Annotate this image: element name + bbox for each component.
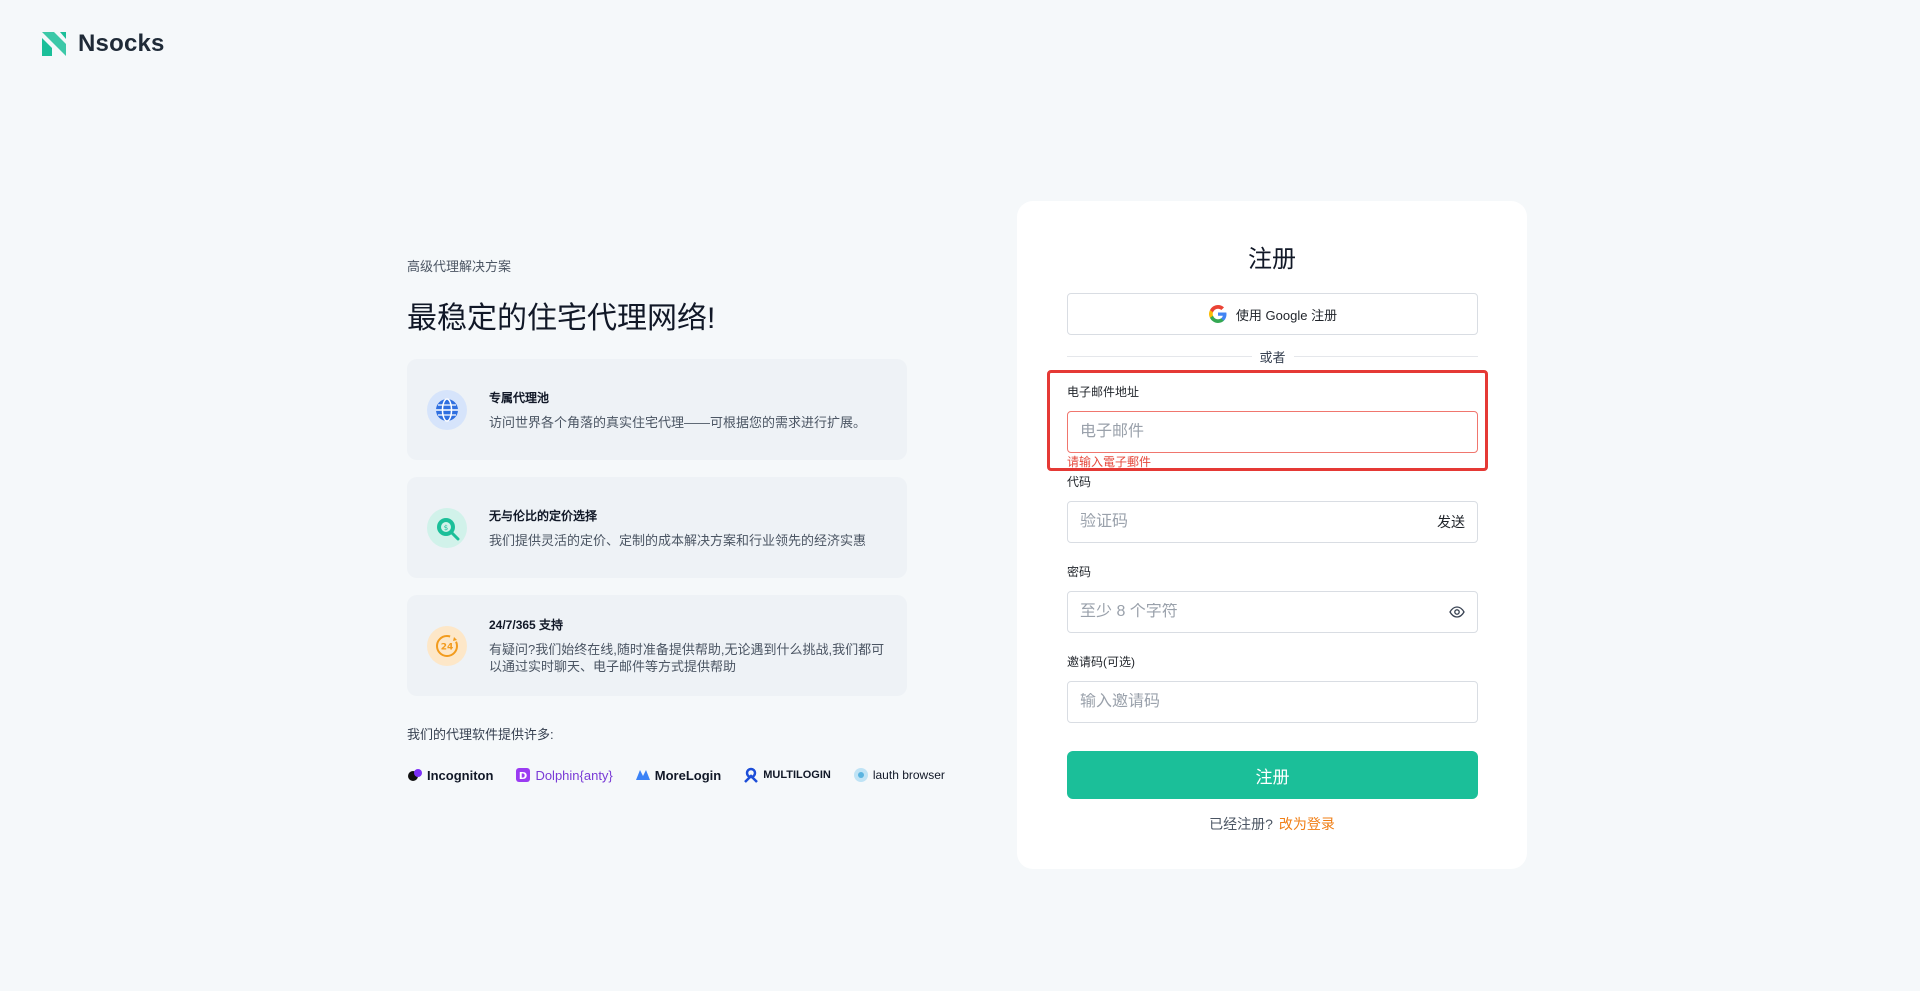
divider-line: [1067, 355, 1252, 357]
partner-name: MoreLogin: [654, 767, 722, 783]
globe-icon: [427, 389, 467, 430]
svg-text:24: 24: [441, 642, 454, 652]
feature-description: 有疑问?我们始终在线,随时准备提供帮助,无论遇到什么挑战,我们都可以通过实时聊天…: [489, 642, 885, 674]
or-text: 或者: [1259, 349, 1286, 365]
morelogin-icon: [635, 770, 650, 780]
invite-code-field-wrapper: [1067, 681, 1478, 723]
invite-code-field[interactable]: [1080, 693, 1465, 711]
or-divider: 或者: [1067, 347, 1479, 365]
partner-name: Incogniton: [427, 767, 494, 783]
email-label: 电子邮件地址: [1067, 385, 1140, 399]
brand-name: Nsocks: [78, 30, 165, 57]
svg-text:$: $: [444, 524, 448, 532]
feature-description: 我们提供灵活的定价、定制的成本解决方案和行业领先的经济实惠: [489, 532, 867, 548]
lauth-icon: [853, 768, 868, 782]
form-title: 注册: [1248, 246, 1296, 273]
feature-list: 专属代理池 访问世界各个角落的真实住宅代理——可根据您的需求进行扩展。 $ 无与…: [407, 359, 927, 696]
google-signup-label: 使用 Google 注册: [1235, 307, 1338, 323]
invite-code-label: 邀请码(可选): [1067, 655, 1135, 669]
eyebrow-text: 高级代理解决方案: [407, 259, 512, 274]
feature-description: 访问世界各个角落的真实住宅代理——可根据您的需求进行扩展。: [489, 414, 867, 430]
login-prompt-row: 已经注册? 改为登录: [1017, 814, 1527, 834]
password-field-wrapper: [1067, 591, 1478, 633]
email-error-message: 请输入電子郵件: [1067, 455, 1152, 469]
feature-title: 24/7/365 支持: [489, 618, 564, 632]
register-button[interactable]: 注册: [1067, 751, 1478, 799]
login-link[interactable]: 改为登录: [1279, 816, 1335, 832]
brand-logo[interactable]: Nsocks: [40, 30, 165, 58]
svg-text:D: D: [519, 771, 527, 782]
email-field[interactable]: [1080, 423, 1465, 441]
feature-title: 专属代理池: [489, 390, 550, 405]
feature-card: 专属代理池 访问世界各个角落的真实住宅代理——可根据您的需求进行扩展。: [407, 359, 907, 460]
24h-support-icon: 24: [427, 625, 467, 666]
feature-card: 24 24/7/365 支持 有疑问?我们始终在线,随时准备提供帮助,无论遇到什…: [407, 595, 907, 696]
partner-name: MULTILOGIN: [763, 769, 831, 781]
partner-incogniton: Incogniton: [407, 767, 493, 783]
price-search-icon: $: [427, 507, 467, 548]
partner-dolphin: D Dolphin{anty}: [515, 767, 613, 783]
supported-software-text: 我们的代理软件提供许多:: [407, 727, 554, 742]
partner-multilogin: MULTILOGIN: [743, 767, 831, 783]
send-code-button[interactable]: 发送: [1437, 512, 1465, 532]
login-prompt-text: 已经注册?: [1209, 816, 1273, 832]
divider-line: [1293, 355, 1479, 357]
headline: 最稳定的住宅代理网络!: [407, 302, 716, 335]
eye-icon[interactable]: [1449, 604, 1465, 620]
dolphin-icon: D: [516, 768, 531, 782]
google-signup-button[interactable]: 使用 Google 注册: [1067, 293, 1478, 335]
password-field[interactable]: [1080, 603, 1449, 621]
register-card: 注册 使用 Google 注册 或者 电子邮件地址 请输入電子郵件 代码 发送 …: [1017, 201, 1527, 869]
incogniton-icon: [408, 769, 422, 781]
feature-title: 无与伦比的定价选择: [489, 508, 598, 523]
marketing-panel: 高级代理解决方案 最稳定的住宅代理网络! 专属代理池 访问世界各个角落的真实住宅…: [407, 256, 945, 783]
password-label: 密码: [1067, 565, 1092, 579]
multilogin-icon: [744, 767, 759, 783]
partner-logos: Incogniton D Dolphin{anty} MoreLogin MUL…: [407, 767, 945, 783]
google-icon: [1208, 305, 1227, 323]
partner-name: lauth browser: [872, 768, 945, 782]
nsocks-logo-icon: [42, 32, 66, 56]
partner-name: Dolphin{anty}: [535, 767, 613, 783]
partner-morelogin: MoreLogin: [635, 767, 721, 783]
code-field-wrapper: 发送: [1067, 501, 1478, 543]
email-field-wrapper: [1067, 411, 1478, 453]
verification-code-field[interactable]: [1080, 513, 1437, 531]
partner-lauth: lauth browser: [853, 767, 945, 783]
code-label: 代码: [1067, 475, 1092, 489]
feature-card: $ 无与伦比的定价选择 我们提供灵活的定价、定制的成本解决方案和行业领先的经济实…: [407, 477, 907, 578]
